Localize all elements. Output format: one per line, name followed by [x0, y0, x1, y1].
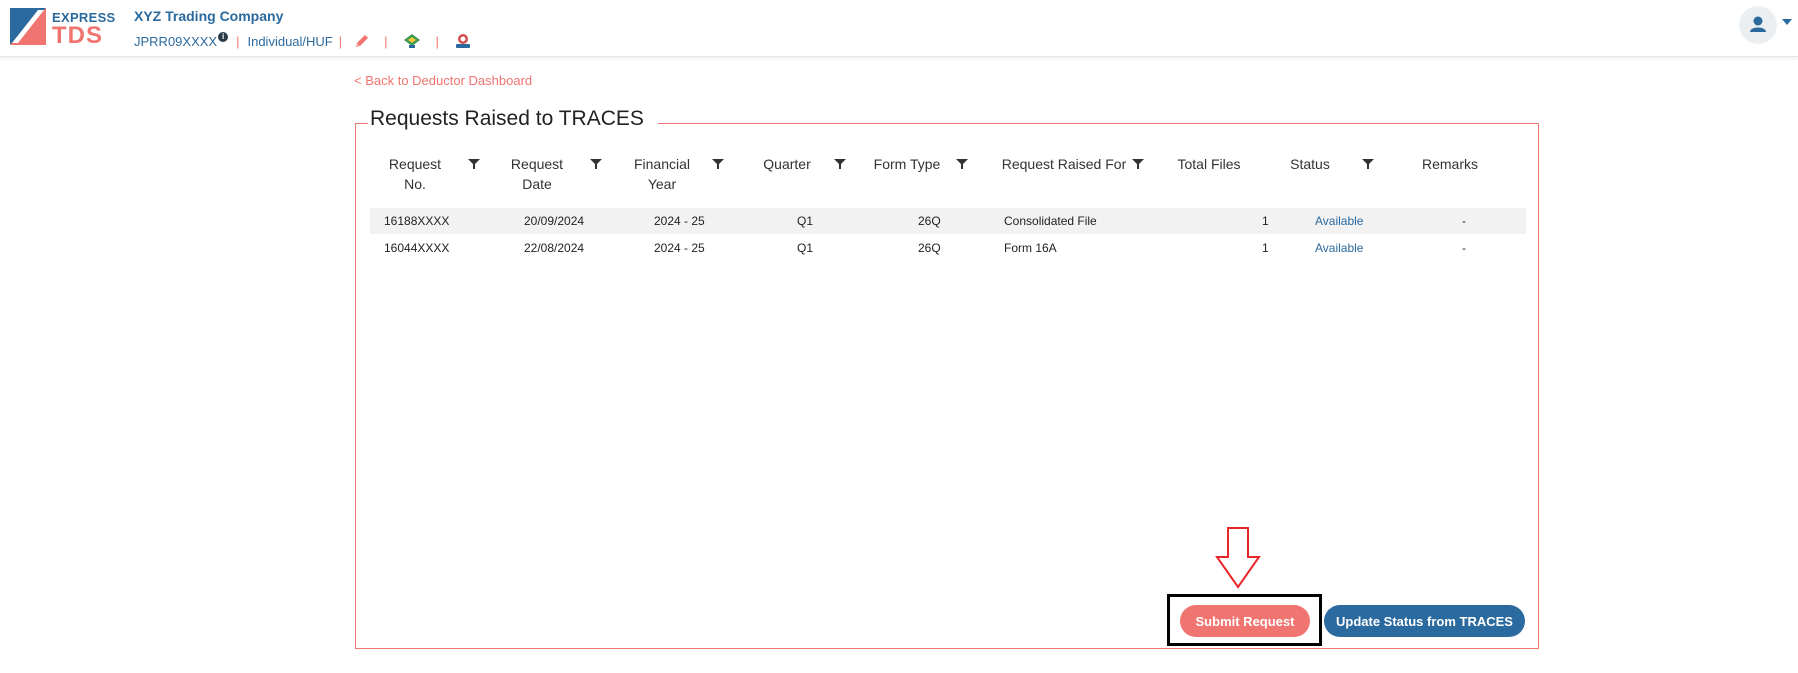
cell-quarter: Q1 — [797, 241, 814, 255]
express-tds-logo[interactable]: EXPRESS TDS — [10, 8, 115, 49]
cell-raised-for: Form 16A — [1004, 241, 1057, 255]
back-to-dashboard-link[interactable]: < Back to Deductor Dashboard — [354, 73, 532, 88]
filter-icon[interactable] — [834, 158, 846, 170]
user-avatar[interactable] — [1739, 6, 1777, 44]
header-status: Status — [1290, 156, 1330, 172]
cell-form-type: 26Q — [918, 214, 941, 228]
cell-request-date: 22/08/2024 — [524, 241, 585, 255]
table-header: Request No. Request Date Financial Year … — [370, 154, 1526, 206]
cell-remarks: - — [1462, 214, 1466, 228]
filter-icon[interactable] — [1132, 158, 1144, 170]
header-request-raised-for: Request Raised For — [1001, 156, 1127, 172]
header-total-files: Total Files — [1177, 156, 1241, 172]
top-header: EXPRESS TDS XYZ Trading Company JPRR09XX… — [0, 0, 1798, 57]
cell-raised-for: Consolidated File — [1004, 214, 1097, 228]
cell-total-files: 1 — [1262, 241, 1269, 255]
company-name: XYZ Trading Company — [134, 8, 284, 24]
cell-request-no: 16188XXXX — [384, 214, 450, 228]
separator: | — [384, 33, 388, 49]
separator: | — [435, 33, 439, 49]
separator: | — [236, 33, 240, 49]
filter-icon[interactable] — [590, 158, 602, 170]
cell-total-files: 1 — [1262, 214, 1269, 228]
entity-type: Individual/HUF — [247, 33, 333, 49]
requests-table: Request No. Request Date Financial Year … — [370, 154, 1526, 255]
separator: | — [338, 33, 343, 49]
update-status-button[interactable]: Update Status from TRACES — [1324, 605, 1525, 637]
logo-tds-text: TDS — [52, 22, 103, 49]
header-request-date: Request Date — [510, 156, 564, 192]
down-arrow-icon — [1215, 527, 1261, 589]
header-form-type: Form Type — [873, 156, 941, 172]
traces-icon[interactable] — [453, 32, 473, 50]
panel-title: Requests Raised to TRACES — [368, 107, 658, 131]
filter-icon[interactable] — [468, 158, 480, 170]
chevron-down-icon[interactable] — [1782, 18, 1792, 26]
logo-mark-icon — [10, 8, 46, 45]
status-available-link[interactable]: Available — [1315, 241, 1363, 255]
pan-number-group: JPRR09XXXX i — [134, 31, 229, 49]
header-quarter: Quarter — [763, 156, 811, 172]
pencil-icon[interactable] — [354, 33, 370, 49]
deductor-meta: JPRR09XXXX i | Individual/HUF | | | — [134, 31, 479, 51]
cell-financial-year: 2024 - 25 — [654, 214, 705, 228]
cell-remarks: - — [1462, 241, 1466, 255]
table-row: 16188XXXX 20/09/2024 2024 - 25 Q1 26Q Co… — [370, 208, 1526, 234]
status-available-link[interactable]: Available — [1315, 214, 1363, 228]
gst-icon[interactable] — [402, 32, 422, 50]
user-icon — [1750, 16, 1766, 32]
header-financial-year: Financial Year — [633, 156, 691, 192]
header-request-no: Request No. — [388, 156, 442, 192]
cell-request-no: 16044XXXX — [384, 241, 450, 255]
requests-panel: Requests Raised to TRACES Request No. Re… — [355, 107, 1539, 649]
cell-form-type: 26Q — [918, 241, 941, 255]
pan-number: JPRR09XXXX — [134, 33, 218, 49]
submit-request-button[interactable]: Submit Request — [1180, 605, 1310, 637]
header-remarks: Remarks — [1421, 156, 1478, 172]
filter-icon[interactable] — [956, 158, 968, 170]
filter-icon[interactable] — [712, 158, 724, 170]
cell-request-date: 20/09/2024 — [524, 214, 585, 228]
cell-quarter: Q1 — [797, 214, 814, 228]
info-icon[interactable]: i — [218, 31, 229, 42]
cell-financial-year: 2024 - 25 — [654, 241, 705, 255]
table-row: 16044XXXX 22/08/2024 2024 - 25 Q1 26Q Fo… — [370, 235, 1526, 261]
filter-icon[interactable] — [1362, 158, 1374, 170]
